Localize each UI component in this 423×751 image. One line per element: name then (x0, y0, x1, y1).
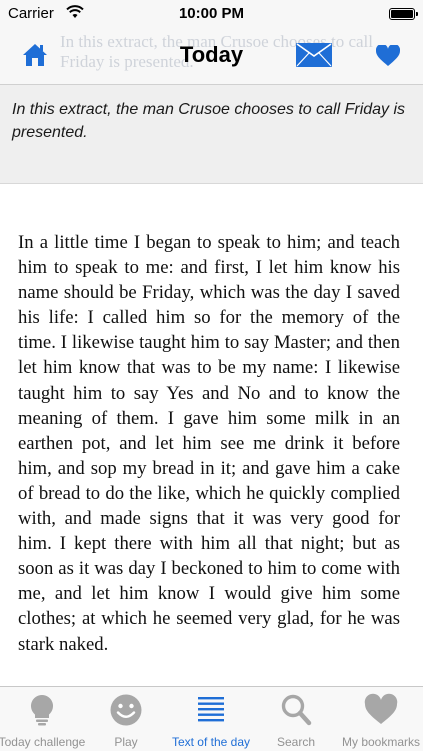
tab-label: Today challenge (0, 735, 86, 749)
passage-text: In a little time I began to speak to him… (18, 232, 400, 655)
text-lines-icon (198, 697, 224, 722)
intro-box: In this extract, the man Crusoe chooses … (0, 85, 423, 184)
tab-label: Play (114, 735, 138, 749)
tab-search[interactable]: Search (254, 687, 338, 751)
magnifier-icon (281, 694, 312, 726)
tab-label: My bookmarks (341, 735, 421, 749)
tab-label: Search (276, 735, 316, 749)
bookmark-heart-icon[interactable] (376, 45, 400, 67)
tab-label: Text of the day (171, 735, 251, 749)
tab-bar: Today challenge Play Text of the day Sea… (0, 686, 423, 751)
smiley-icon (110, 694, 142, 726)
page-title: Today (179, 42, 244, 67)
intro-text: In this extract, the man Crusoe chooses … (12, 101, 406, 141)
lightbulb-icon (30, 695, 54, 726)
status-bar: Carrier 10:00 PM (0, 0, 423, 28)
tab-text-of-the-day[interactable]: Text of the day (169, 687, 253, 751)
tab-play[interactable]: Play (84, 687, 168, 751)
heart-icon (364, 693, 398, 724)
tab-today-challenge[interactable]: Today challenge (0, 687, 85, 751)
battery-icon (389, 8, 418, 20)
mail-icon[interactable] (296, 43, 332, 67)
status-time: 10:00 PM (178, 5, 245, 22)
tab-my-bookmarks[interactable]: My bookmarks (339, 687, 423, 751)
navigation-bar: In this extract, the man Crusoe chooses … (0, 28, 423, 85)
